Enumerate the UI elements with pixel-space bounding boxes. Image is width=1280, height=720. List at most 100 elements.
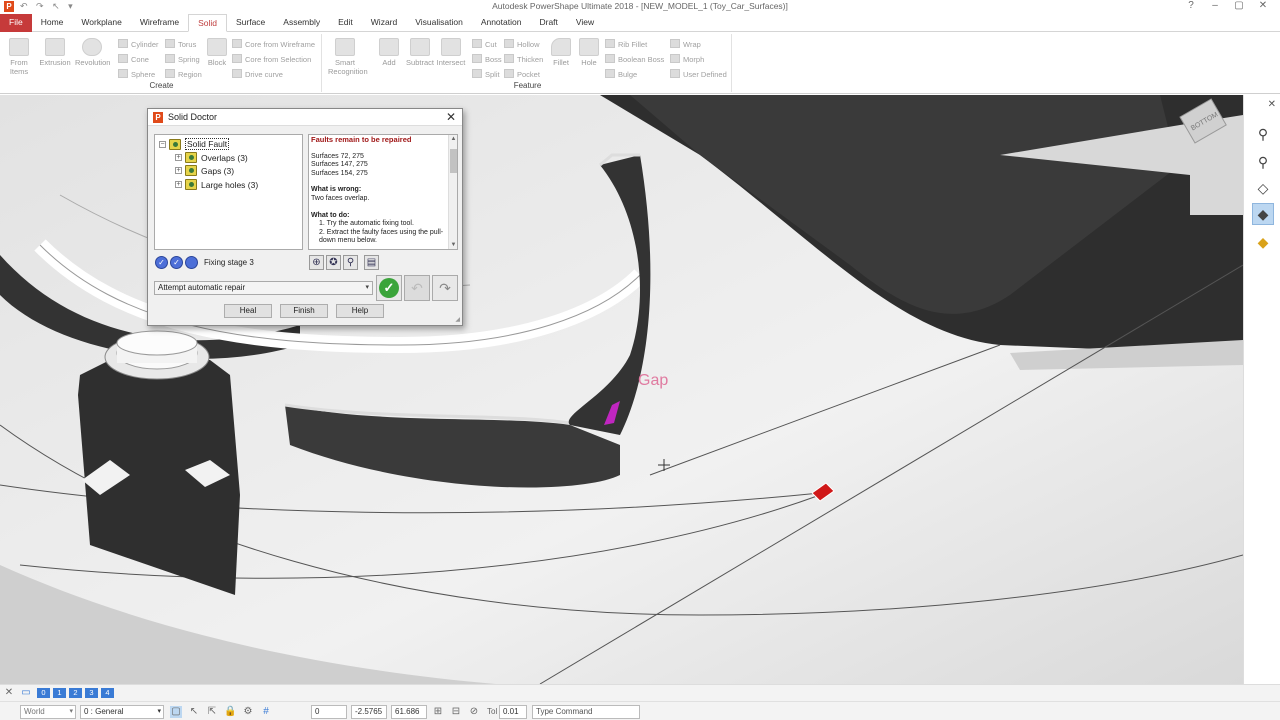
workplane-select[interactable]: World ▾ [20, 705, 76, 719]
fault-info-panel[interactable]: Faults remain to be repaired Surfaces 72… [308, 134, 458, 250]
subtract-button[interactable]: Subtract [403, 38, 437, 67]
level-select[interactable]: 0 : General ▾ [80, 705, 164, 719]
tree-item-large-holes[interactable]: + Large holes (3) [175, 179, 258, 190]
tab-assembly[interactable]: Assembly [274, 14, 329, 32]
spring-button[interactable]: Spring [165, 54, 200, 64]
level-2[interactable]: 2 [69, 688, 82, 698]
wireframe-cube-icon[interactable]: ◇ [1252, 177, 1274, 199]
cut-button[interactable]: Cut [472, 39, 497, 49]
tab-draft[interactable]: Draft [530, 14, 566, 32]
pointer-icon[interactable]: ↖ [188, 706, 200, 718]
minimize-button[interactable]: – [1204, 0, 1226, 11]
cone-button[interactable]: Cone [118, 54, 149, 64]
zoom-window-icon[interactable]: ⚲ [1252, 151, 1274, 173]
tab-surface[interactable]: Surface [227, 14, 274, 32]
info-scrollbar[interactable]: ▲ ▼ [448, 135, 457, 249]
apply-button[interactable]: ✓ [376, 275, 402, 301]
zoom-in-icon[interactable]: ⊕ [309, 255, 324, 270]
level-3[interactable]: 3 [85, 688, 98, 698]
tab-annotation[interactable]: Annotation [472, 14, 531, 32]
polar-icon[interactable]: ⊘ [468, 706, 480, 718]
level-4[interactable]: 4 [101, 688, 114, 698]
absolute-icon[interactable]: ⊞ [432, 706, 444, 718]
repair-option-select[interactable]: Attempt automatic repair ▾ [154, 281, 373, 295]
dialog-titlebar[interactable]: P Solid Doctor ✕ [148, 109, 462, 126]
tab-visualisation[interactable]: Visualisation [406, 14, 472, 32]
coord-x-field[interactable]: -2.5765 [351, 705, 387, 719]
pocket-button[interactable]: Pocket [504, 69, 540, 79]
tolerance-field[interactable]: 0.01 [499, 705, 527, 719]
tab-edit[interactable]: Edit [329, 14, 362, 32]
scroll-down-icon[interactable]: ▼ [449, 242, 457, 248]
zoom-search-icon[interactable]: ⚲ [343, 255, 358, 270]
collapse-icon[interactable]: − [159, 140, 166, 148]
coord-y-field[interactable]: 61.686 [391, 705, 427, 719]
sphere-button[interactable]: Sphere [118, 69, 155, 79]
quick-select-icon[interactable]: ⇱ [206, 706, 218, 718]
revolution-button[interactable]: Revolution [75, 38, 110, 67]
from-items-button[interactable]: From Items [2, 38, 36, 76]
tree-item-solid-fault[interactable]: − Solid Fault [159, 138, 230, 150]
tree-item-overlaps[interactable]: + Overlaps (3) [175, 152, 248, 163]
torus-button[interactable]: Torus [165, 39, 196, 49]
user-defined-button[interactable]: User Defined [670, 69, 727, 79]
material-icon[interactable]: ◆ [1252, 231, 1274, 253]
add-button[interactable]: Add [372, 38, 406, 67]
grid-icon[interactable]: # [260, 706, 272, 718]
tab-view[interactable]: View [567, 14, 603, 32]
tab-solid[interactable]: Solid [188, 14, 227, 32]
morph-button[interactable]: Morph [670, 54, 704, 64]
block-button[interactable]: Block [200, 38, 234, 67]
heal-button[interactable]: Heal [224, 304, 272, 318]
select-mode-icon[interactable]: ▢ [170, 706, 182, 718]
region-button[interactable]: Region [165, 69, 202, 79]
tab-wizard[interactable]: Wizard [362, 14, 406, 32]
expand-icon[interactable]: + [175, 167, 182, 174]
zoom-fit-icon[interactable]: ✪ [326, 255, 341, 270]
intersect-button[interactable]: Intersect [434, 38, 468, 67]
wrap-button[interactable]: Wrap [670, 39, 701, 49]
close-button[interactable]: ✕ [1252, 0, 1274, 11]
help-icon[interactable]: ? [1180, 0, 1202, 11]
smart-recognition-button[interactable]: Smart Recognition [328, 38, 368, 76]
maximize-button[interactable]: ▢ [1228, 0, 1250, 11]
dialog-close-button[interactable]: ✕ [446, 110, 456, 124]
next-button[interactable]: ↷ [432, 275, 458, 301]
split-button[interactable]: Split [472, 69, 500, 79]
resize-grip-icon[interactable]: ◢ [455, 316, 460, 323]
level-1[interactable]: 1 [53, 688, 66, 698]
report-icon[interactable]: ▤ [364, 255, 379, 270]
tab-wireframe[interactable]: Wireframe [131, 14, 188, 32]
toolbar-close-icon[interactable]: ✕ [1268, 99, 1276, 110]
level-0[interactable]: 0 [37, 688, 50, 698]
tree-item-gaps[interactable]: + Gaps (3) [175, 165, 234, 176]
drive-curve-button[interactable]: Drive curve [232, 69, 283, 79]
bulge-button[interactable]: Bulge [605, 69, 637, 79]
command-input[interactable]: Type Command [532, 705, 640, 719]
finish-button[interactable]: Finish [280, 304, 328, 318]
coord-a-field[interactable]: 0 [311, 705, 347, 719]
tab-workplane[interactable]: Workplane [72, 14, 130, 32]
fault-tree[interactable]: − Solid Fault + Overlaps (3) + Gaps (3) … [154, 134, 303, 250]
thicken-button[interactable]: Thicken [504, 54, 543, 64]
scroll-thumb[interactable] [450, 149, 457, 173]
zoom-icon[interactable]: ⚲ [1252, 123, 1274, 145]
close-levelbar-icon[interactable]: ✕ [3, 687, 15, 699]
relative-icon[interactable]: ⊟ [450, 706, 462, 718]
core-from-selection-button[interactable]: Core from Selection [232, 54, 311, 64]
tab-file[interactable]: File [0, 14, 32, 32]
undo-button[interactable]: ↶ [404, 275, 430, 301]
scroll-up-icon[interactable]: ▲ [449, 136, 457, 142]
shaded-cube-icon[interactable]: ◆ [1252, 203, 1274, 225]
help-button[interactable]: Help [336, 304, 384, 318]
hole-button[interactable]: Hole [572, 38, 606, 67]
lock-icon[interactable]: 🔒 [224, 706, 236, 718]
extrusion-button[interactable]: Extrusion [38, 38, 72, 67]
snap-icon[interactable]: ⚙ [242, 706, 254, 718]
expand-icon[interactable]: + [175, 154, 182, 161]
levels-icon[interactable]: ▭ [20, 687, 32, 699]
cylinder-button[interactable]: Cylinder [118, 39, 159, 49]
hollow-button[interactable]: Hollow [504, 39, 540, 49]
rib-fillet-button[interactable]: Rib Fillet [605, 39, 647, 49]
boolean-boss-button[interactable]: Boolean Boss [605, 54, 664, 64]
